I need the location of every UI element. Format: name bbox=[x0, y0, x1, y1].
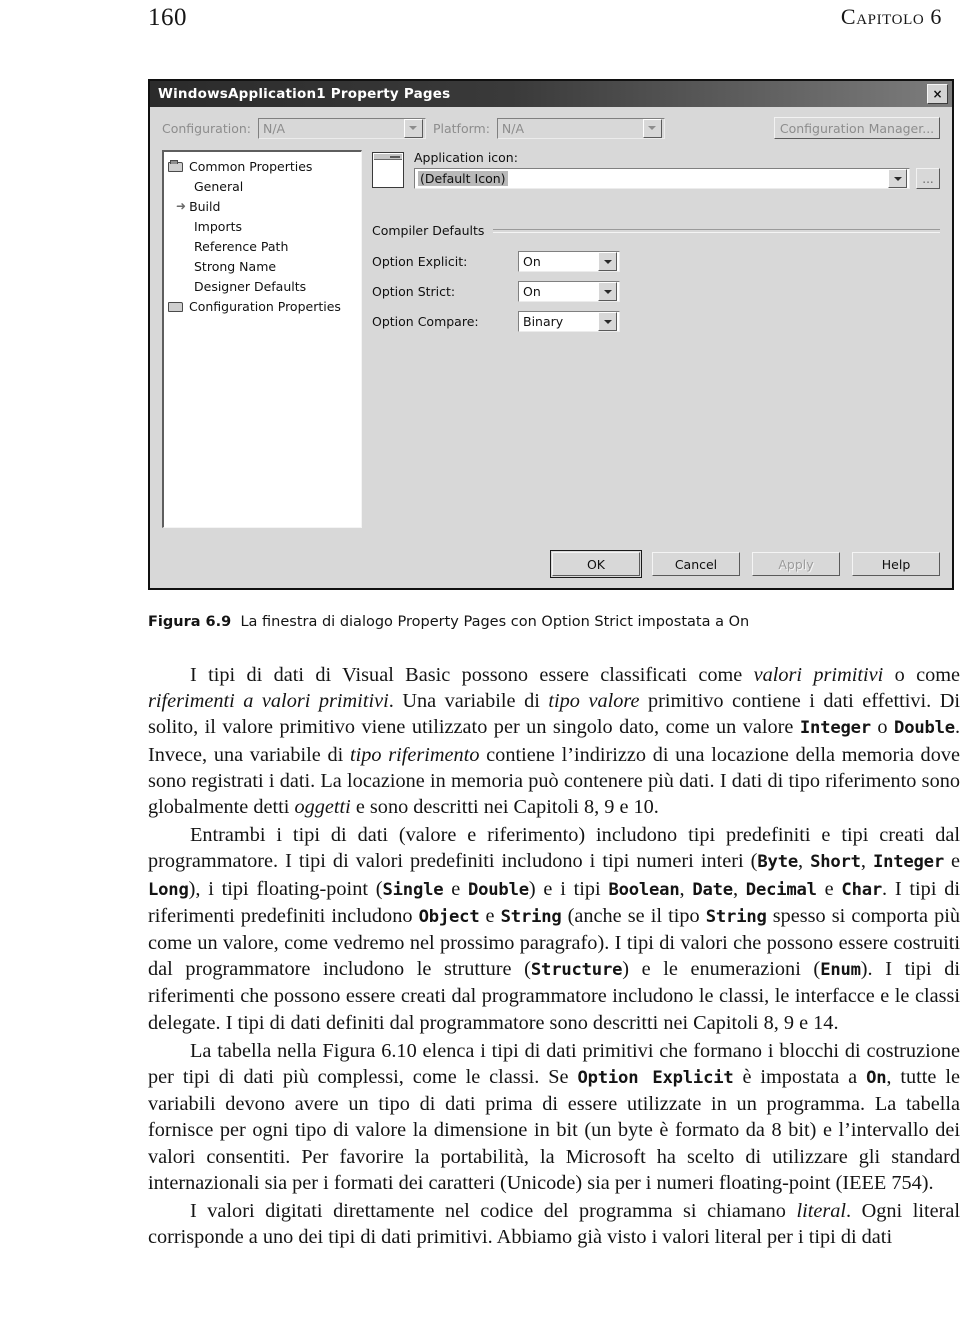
chapter-title: Capitolo 6 bbox=[840, 4, 942, 29]
platform-label: Platform: bbox=[432, 120, 490, 136]
figure-caption: Figura 6.9 La finestra di dialogo Proper… bbox=[148, 613, 956, 631]
configuration-row: Configuration: N/A Platform: N/A Configu… bbox=[162, 117, 940, 139]
paragraph-4: I valori digitati direttamente nel codic… bbox=[148, 1200, 960, 1249]
application-icon-select[interactable]: (Default Icon) bbox=[414, 168, 910, 189]
paragraph-3: La tabella nella Figura 6.10 elenca i ti… bbox=[148, 1039, 960, 1194]
folder-open-icon bbox=[168, 159, 184, 173]
option-strict-row: Option Strict: On bbox=[372, 281, 940, 302]
dialog-title: WindowsApplication1 Property Pages bbox=[158, 86, 451, 102]
configuration-value: N/A bbox=[262, 120, 286, 136]
option-strict-select[interactable]: On bbox=[518, 281, 620, 302]
tree-item-label: General bbox=[194, 178, 244, 194]
option-explicit-label: Option Explicit: bbox=[372, 254, 468, 269]
property-pane: Application icon: (Default Icon) ... Com… bbox=[372, 150, 940, 341]
tree-item-label: Designer Defaults bbox=[194, 278, 307, 294]
chevron-down-icon bbox=[403, 118, 423, 138]
tree-item-label: Build bbox=[189, 198, 221, 214]
chevron-down-icon bbox=[888, 169, 907, 188]
tree-item-reference-path[interactable]: Reference Path bbox=[168, 236, 359, 256]
paragraph-1: I tipi di dati di Visual Basic possono e… bbox=[148, 664, 960, 819]
close-icon[interactable]: × bbox=[927, 84, 948, 104]
dialog-footer: OK Cancel Apply Help bbox=[150, 536, 952, 588]
ok-button[interactable]: OK bbox=[550, 550, 642, 578]
dialog-main-split: Common Properties General ➜ Build Import… bbox=[162, 150, 940, 528]
tree-item-configuration-properties[interactable]: Configuration Properties bbox=[168, 296, 359, 316]
tree-item-label: Reference Path bbox=[194, 238, 289, 254]
application-icon-fields: Application icon: (Default Icon) ... bbox=[414, 150, 940, 189]
application-icon-preview bbox=[372, 152, 404, 188]
option-compare-select[interactable]: Binary bbox=[518, 311, 620, 332]
application-icon-controls: (Default Icon) ... bbox=[414, 168, 940, 189]
application-icon-value: (Default Icon) bbox=[418, 171, 508, 186]
chevron-down-icon bbox=[598, 252, 617, 271]
option-explicit-select[interactable]: On bbox=[518, 251, 620, 272]
group-divider bbox=[493, 228, 940, 233]
figure-image: WindowsApplication1 Property Pages × Con… bbox=[148, 79, 956, 590]
chevron-down-icon bbox=[598, 312, 617, 331]
tree-item-strong-name[interactable]: Strong Name bbox=[168, 256, 359, 276]
arrow-right-icon: ➜ bbox=[176, 199, 187, 213]
configuration-select[interactable]: N/A bbox=[257, 117, 426, 139]
platform-select[interactable]: N/A bbox=[496, 117, 665, 139]
help-button[interactable]: Help bbox=[852, 552, 940, 576]
figure-number: Figura 6.9 bbox=[148, 614, 232, 630]
figure-caption-text: La finestra di dialogo Property Pages co… bbox=[240, 614, 750, 630]
property-pages-dialog: WindowsApplication1 Property Pages × Con… bbox=[148, 79, 954, 590]
tree-item-imports[interactable]: Imports bbox=[168, 216, 359, 236]
chevron-down-icon bbox=[642, 118, 662, 138]
option-compare-row: Option Compare: Binary bbox=[372, 311, 940, 332]
tree-item-build[interactable]: ➜ Build bbox=[168, 196, 359, 216]
browse-button[interactable]: ... bbox=[916, 168, 940, 189]
body-text: I tipi di dati di Visual Basic possono e… bbox=[148, 662, 960, 1250]
option-strict-value: On bbox=[523, 284, 541, 299]
tree-item-label: Strong Name bbox=[194, 258, 277, 274]
configuration-label: Configuration: bbox=[162, 120, 251, 136]
tree-item-common-properties[interactable]: Common Properties bbox=[168, 156, 359, 176]
dialog-body: Configuration: N/A Platform: N/A Configu… bbox=[150, 107, 952, 536]
configuration-manager-button[interactable]: Configuration Manager... bbox=[774, 117, 940, 139]
option-explicit-row: Option Explicit: On bbox=[372, 251, 940, 272]
option-compare-label: Option Compare: bbox=[372, 314, 479, 329]
compiler-defaults-group-header: Compiler Defaults bbox=[372, 223, 940, 238]
tree-item-label: Common Properties bbox=[189, 158, 313, 174]
property-tree[interactable]: Common Properties General ➜ Build Import… bbox=[162, 150, 362, 528]
paragraph-2: Entrambi i tipi di dati (valore e riferi… bbox=[148, 824, 960, 1034]
option-compare-value: Binary bbox=[523, 314, 564, 329]
tree-item-general[interactable]: General bbox=[168, 176, 359, 196]
running-head: 160 Capitolo 6 bbox=[148, 4, 942, 38]
folder-closed-icon bbox=[168, 300, 184, 313]
page-number: 160 bbox=[148, 4, 187, 31]
application-icon-row: Application icon: (Default Icon) ... bbox=[372, 150, 940, 189]
tree-item-label: Configuration Properties bbox=[189, 298, 341, 314]
platform-value: N/A bbox=[501, 120, 525, 136]
tree-item-label: Imports bbox=[194, 218, 242, 234]
apply-button: Apply bbox=[752, 552, 840, 576]
option-explicit-value: On bbox=[523, 254, 541, 269]
application-icon-label: Application icon: bbox=[414, 150, 518, 165]
dialog-titlebar: WindowsApplication1 Property Pages × bbox=[150, 81, 952, 107]
tree-item-designer-defaults[interactable]: Designer Defaults bbox=[168, 276, 359, 296]
cancel-button[interactable]: Cancel bbox=[652, 552, 740, 576]
compiler-defaults-title: Compiler Defaults bbox=[372, 223, 485, 238]
chevron-down-icon bbox=[598, 282, 617, 301]
option-strict-label: Option Strict: bbox=[372, 284, 456, 299]
